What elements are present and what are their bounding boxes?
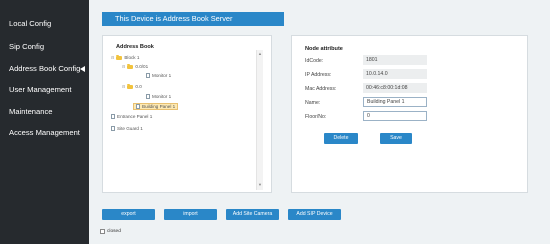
- tree-node-monitor-1[interactable]: Monitor 1: [146, 73, 171, 78]
- active-indicator-arrow-icon: [80, 66, 85, 72]
- scroll-up-icon[interactable]: ▲: [258, 51, 262, 56]
- tree-node-label: Entrance Panel 1: [117, 114, 153, 119]
- app-root: Local Config Sip Config Address Book Con…: [0, 0, 550, 244]
- mac-address-field: 00:46:c8:00:1d:08: [363, 83, 427, 93]
- sidebar-item-user-management[interactable]: User Management: [9, 85, 71, 94]
- tree-node-unit-01[interactable]: ⊟ 0.0/01: [122, 63, 149, 69]
- sidebar-item-address-book-config[interactable]: Address Book Config: [9, 64, 80, 73]
- device-icon: [146, 73, 150, 78]
- idcode-field: 1801: [363, 55, 427, 65]
- add-sip-device-button[interactable]: Add SIP Device: [288, 209, 341, 220]
- save-button[interactable]: Save: [380, 133, 412, 144]
- name-label: Name:: [305, 100, 321, 106]
- tree-node-entrance-panel-1[interactable]: Entrance Panel 1: [111, 114, 152, 119]
- collapse-icon[interactable]: ⊟: [122, 64, 125, 69]
- sidebar-item-local-config[interactable]: Local Config: [9, 19, 51, 28]
- floor-no-input[interactable]: [363, 111, 427, 121]
- scroll-down-icon[interactable]: ▼: [258, 182, 262, 187]
- ip-address-field: 10.0.14.0: [363, 69, 427, 79]
- collapse-icon[interactable]: ⊟: [111, 55, 114, 60]
- sidebar-item-access-management[interactable]: Access Management: [9, 128, 80, 137]
- closed-checkbox-row[interactable]: closed: [100, 229, 121, 234]
- node-attribute-panel: Node attribute IdCode: 1801 IP Address: …: [291, 35, 528, 193]
- tree-node-label: Monitor 1: [152, 94, 172, 99]
- tree-node-unit-0[interactable]: ⊟ 0.0: [122, 83, 142, 89]
- device-icon: [111, 114, 115, 119]
- name-input[interactable]: [363, 97, 427, 107]
- device-icon: [136, 104, 140, 109]
- closed-label: closed: [107, 229, 121, 234]
- ip-address-label: IP Address:: [305, 72, 332, 78]
- delete-button[interactable]: Delete: [324, 133, 358, 144]
- export-button[interactable]: export: [102, 209, 155, 220]
- address-book-panel: Address Book ⊟ Block 1 ⊟ 0.0/01 Monitor …: [102, 35, 272, 193]
- device-icon: [146, 94, 150, 99]
- node-attribute-title: Node attribute: [305, 46, 343, 52]
- sidebar-item-sip-config[interactable]: Sip Config: [9, 42, 44, 51]
- main-content: This Device is Address Book Server Addre…: [89, 0, 550, 244]
- tree-node-building-panel-1[interactable]: Building Panel 1: [133, 103, 179, 110]
- closed-checkbox[interactable]: [100, 229, 105, 234]
- sidebar: Local Config Sip Config Address Book Con…: [0, 0, 89, 244]
- sidebar-item-maintenance[interactable]: Maintenance: [9, 107, 52, 116]
- tree-node-label: Building Panel 1: [142, 104, 176, 109]
- mac-address-label: Mac Address:: [305, 86, 337, 92]
- tree-node-site-guard-1[interactable]: Site Guard 1: [111, 126, 143, 131]
- tree-node-block-1[interactable]: ⊟ Block 1: [111, 54, 140, 60]
- tree-node-label: 0.0: [135, 84, 142, 89]
- folder-icon: [127, 63, 134, 69]
- tree-node-label: Block 1: [124, 55, 140, 60]
- tree-node-label: 0.0/01: [135, 64, 149, 69]
- add-site-camera-button[interactable]: Add Site Camera: [226, 209, 279, 220]
- folder-icon: [116, 54, 123, 60]
- tree-node-monitor-1b[interactable]: Monitor 1: [146, 94, 171, 99]
- collapse-icon[interactable]: ⊟: [122, 84, 125, 89]
- tree-node-label: Monitor 1: [152, 73, 172, 78]
- tree-scrollbar[interactable]: ▲ ▼: [256, 50, 263, 190]
- idcode-label: IdCode:: [305, 58, 324, 64]
- floor-no-label: Floor/No:: [305, 114, 327, 120]
- tree-node-label: Site Guard 1: [117, 126, 143, 131]
- folder-icon: [127, 83, 134, 89]
- import-button[interactable]: import: [164, 209, 217, 220]
- address-book-title: Address Book: [116, 44, 154, 50]
- device-icon: [111, 126, 115, 131]
- page-title: This Device is Address Book Server: [102, 12, 284, 26]
